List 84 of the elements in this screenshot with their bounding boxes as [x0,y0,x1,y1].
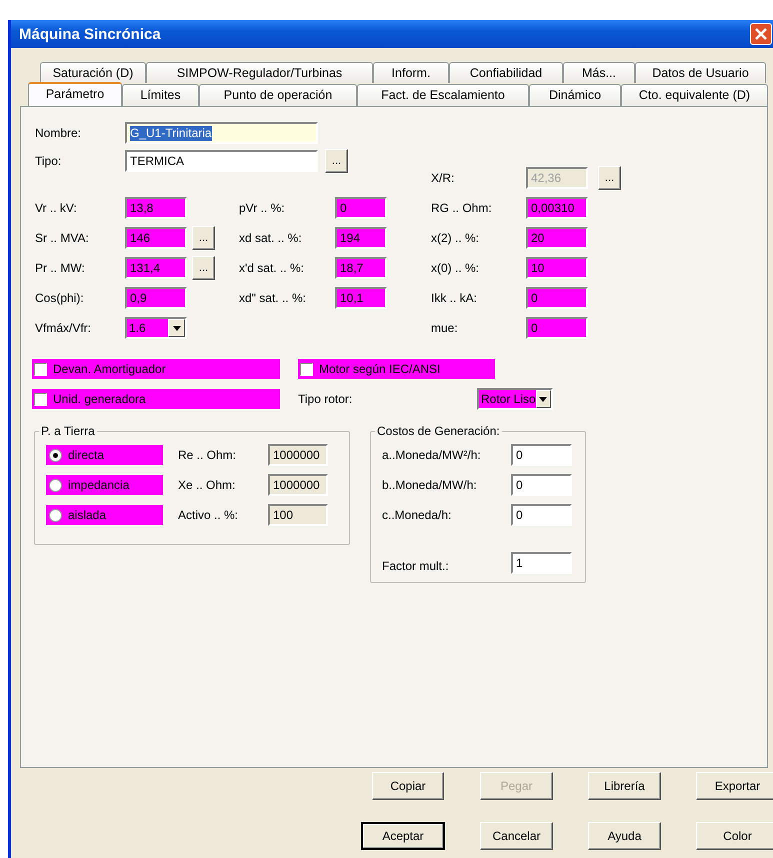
field-label: Sr .. MVA: [35,230,90,246]
checkbox[interactable]: Devan. Amortiguador [32,359,280,379]
tab[interactable]: Dinámico [529,84,621,106]
radio-button[interactable]: aislada [46,505,163,525]
field-label: b..Moneda/MW/h: [382,477,478,493]
tab[interactable]: Fact. de Escalamiento [357,84,529,106]
input-field[interactable]: 0,00310 [526,197,588,219]
input-field[interactable]: G_U1-Trinitaria [125,122,318,144]
input-field[interactable]: 0 [526,287,588,309]
input-field[interactable]: 0,9 [125,287,187,309]
input-field[interactable]: 0 [335,197,387,219]
field-label: Ikk .. kA: [431,290,478,306]
field-label: Re .. Ohm: [178,447,238,463]
input-field[interactable]: 10 [526,257,588,279]
field-label: mue: [431,320,459,336]
tab[interactable]: SIMPOW-Regulador/Turbinas [146,62,373,83]
field-label: RG .. Ohm: [431,200,493,216]
field-label: Cos(phi): [35,290,85,306]
tab[interactable]: Punto de operación [199,84,357,106]
input-field[interactable]: 0 [511,474,572,496]
field-label: Pr .. MW: [35,260,86,276]
input-field[interactable]: 194 [335,227,387,249]
tab[interactable]: Más... [563,62,635,83]
field-label: Factor mult.: [382,558,450,574]
tab[interactable]: Saturación (D) [40,62,146,83]
field-label: Vfmáx/Vfr: [35,320,92,336]
field-label: pVr .. %: [239,200,286,216]
dropdown[interactable]: Rotor Liso [477,388,553,410]
tab[interactable]: Datos de Usuario [635,62,766,83]
field-label: x'd sat. .. %: [239,260,305,276]
field-label: xd sat. .. %: [239,230,303,246]
dialog-button[interactable]: Exportar [696,772,773,800]
dialog-button[interactable]: Aceptar [361,822,445,850]
input-field[interactable]: 1000000 [268,444,328,466]
input-field[interactable]: 1 [511,552,572,574]
close-button[interactable] [750,23,772,45]
dropdown-arrow-icon [539,396,548,402]
dropdown[interactable]: 1.6 [125,317,187,339]
field-label: xd" sat. .. %: [239,290,307,306]
field-label: x(2) .. %: [431,230,480,246]
field-label: Vr .. kV: [35,200,78,216]
dialog-button[interactable]: Librería [588,772,661,800]
field-label: Nombre: [35,125,82,141]
input-field[interactable]: 100 [268,504,328,526]
dialog-button[interactable]: Ayuda [588,822,661,850]
field-label: x(0) .. %: [431,260,480,276]
field-label: Activo .. %: [178,507,240,523]
input-field[interactable]: 0 [511,504,572,526]
dialog-button[interactable]: Color [696,822,773,850]
field-label: c..Moneda/h: [382,507,452,523]
field-label: Tipo: [35,153,62,169]
field-label: Tipo rotor: [298,391,354,407]
radio-button[interactable]: impedancia [46,475,163,495]
input-field[interactable]: 0 [511,444,572,466]
field-label: X/R: [431,170,456,186]
browse-button[interactable]: ... [325,149,348,173]
dialog-button[interactable]: Cancelar [480,822,553,850]
close-icon [755,28,767,40]
checkbox[interactable]: Motor según IEC/ANSI [298,359,495,379]
input-field[interactable]: 18,7 [335,257,387,279]
tab[interactable]: Parámetro [28,82,122,106]
input-field[interactable]: 146 [125,227,187,249]
input-field[interactable]: 131,4 [125,257,187,279]
input-field[interactable]: 1000000 [268,474,328,496]
field-label: a..Moneda/MW²/h: [382,447,482,463]
browse-button[interactable]: ... [192,226,215,250]
input-field[interactable]: 10,1 [335,287,387,309]
dialog-button[interactable]: Copiar [372,772,444,800]
group-title: Costos de Generación: [376,424,501,438]
input-field[interactable]: TERMICA [125,150,318,172]
radio-button[interactable]: directa [46,445,163,465]
browse-button[interactable]: ... [192,256,215,280]
tab[interactable]: Límites [122,84,199,106]
field-label: Xe .. Ohm: [178,477,236,493]
input-field[interactable]: 0 [526,317,588,339]
group-title: P. a Tierra [40,424,96,438]
input-field[interactable]: 13,8 [125,197,187,219]
window-title: Máquina Sincrónica [19,26,161,42]
tab[interactable]: Confiabilidad [449,62,563,83]
input-field[interactable]: 20 [526,227,588,249]
tab[interactable]: Cto. equivalente (D) [621,84,768,106]
tab[interactable]: Inform. [373,62,449,83]
checkbox[interactable]: Unid. generadora [32,389,280,409]
dropdown-arrow-icon [172,326,180,330]
